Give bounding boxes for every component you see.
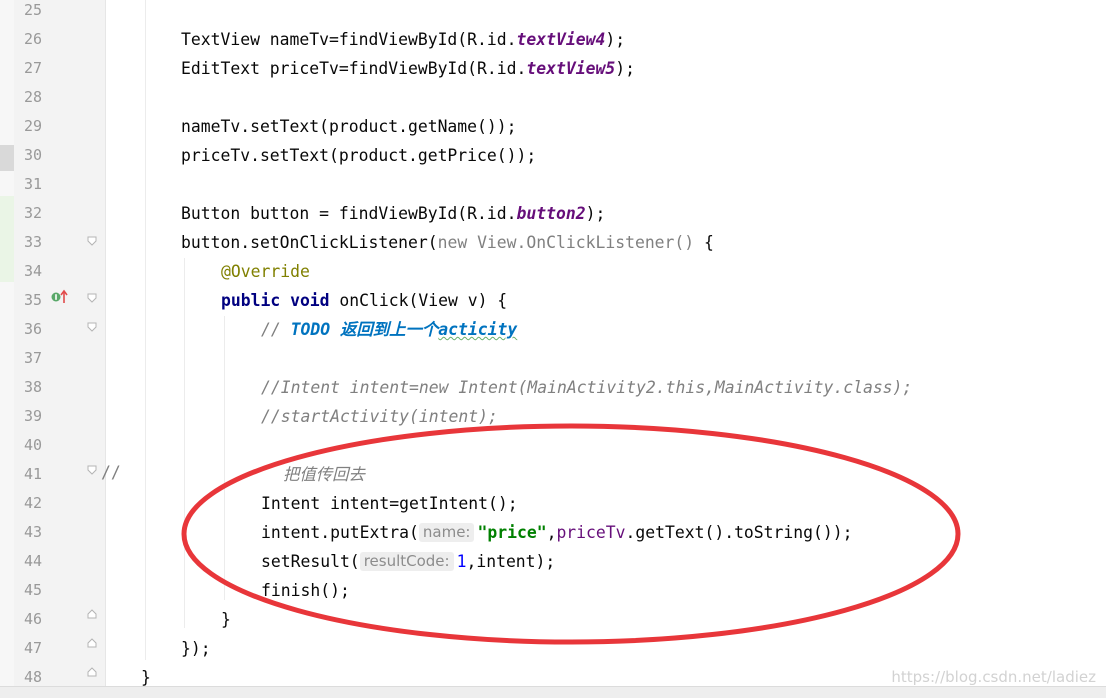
- watermark-text: https://blog.csdn.net/ladiez: [891, 668, 1096, 686]
- annotation-red-ellipse: [181, 423, 961, 645]
- horizontal-scrollbar[interactable]: [0, 686, 1106, 698]
